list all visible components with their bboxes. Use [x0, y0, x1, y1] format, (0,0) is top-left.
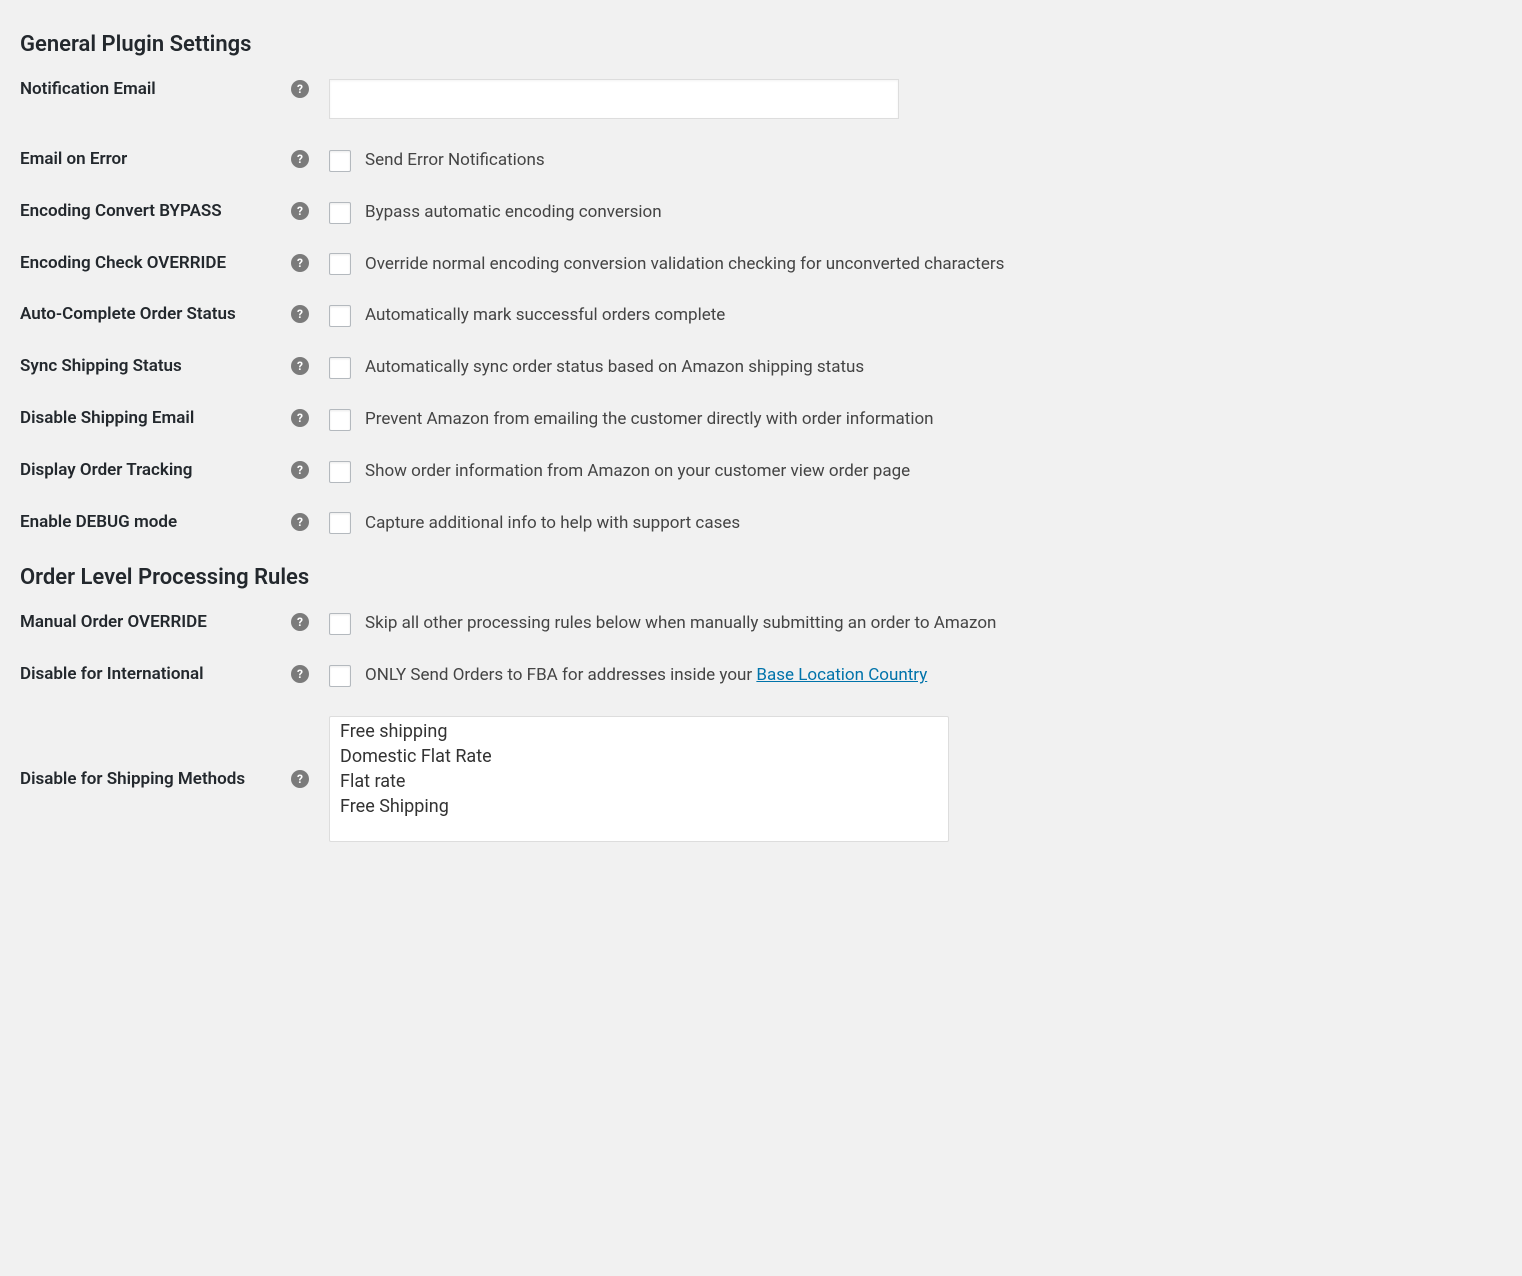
- label-encoding-override: Encoding Check OVERRIDE: [20, 253, 285, 273]
- order-level-rules-section: Order Level Processing Rules Manual Orde…: [20, 565, 1502, 842]
- help-icon[interactable]: ?: [291, 357, 309, 375]
- desc-disable-shipping-email: Prevent Amazon from emailing the custome…: [365, 408, 934, 432]
- disable-international-checkbox[interactable]: [329, 665, 351, 687]
- label-enable-debug: Enable DEBUG mode: [20, 512, 285, 532]
- email-on-error-checkbox[interactable]: [329, 150, 351, 172]
- row-auto-complete: Auto-Complete Order Status ? Automatical…: [20, 304, 1502, 328]
- desc-encoding-bypass: Bypass automatic encoding conversion: [365, 201, 662, 225]
- shipping-method-option[interactable]: Domestic Flat Rate: [336, 744, 942, 769]
- help-icon[interactable]: ?: [291, 305, 309, 323]
- label-email-on-error: Email on Error: [20, 149, 285, 169]
- row-disable-international: Disable for International ? ONLY Send Or…: [20, 664, 1502, 688]
- general-plugin-settings-section: General Plugin Settings Notification Ema…: [20, 32, 1502, 535]
- manual-override-checkbox[interactable]: [329, 613, 351, 635]
- desc-auto-complete: Automatically mark successful orders com…: [365, 304, 725, 328]
- help-icon[interactable]: ?: [291, 770, 309, 788]
- desc-display-order-tracking: Show order information from Amazon on yo…: [365, 460, 910, 484]
- row-disable-shipping-methods: Disable for Shipping Methods ? Free ship…: [20, 716, 1502, 842]
- row-sync-shipping: Sync Shipping Status ? Automatically syn…: [20, 356, 1502, 380]
- auto-complete-checkbox[interactable]: [329, 305, 351, 327]
- encoding-bypass-checkbox[interactable]: [329, 202, 351, 224]
- help-icon[interactable]: ?: [291, 254, 309, 272]
- row-enable-debug: Enable DEBUG mode ? Capture additional i…: [20, 512, 1502, 536]
- label-sync-shipping: Sync Shipping Status: [20, 356, 285, 376]
- help-icon[interactable]: ?: [291, 202, 309, 220]
- row-display-order-tracking: Display Order Tracking ? Show order info…: [20, 460, 1502, 484]
- help-icon[interactable]: ?: [291, 513, 309, 531]
- shipping-method-option[interactable]: Free Shipping: [336, 794, 942, 819]
- label-disable-international: Disable for International: [20, 664, 285, 684]
- label-disable-shipping-methods: Disable for Shipping Methods: [20, 769, 285, 789]
- desc-encoding-override: Override normal encoding conversion vali…: [365, 253, 1004, 277]
- base-location-country-link[interactable]: Base Location Country: [756, 665, 927, 685]
- label-display-order-tracking: Display Order Tracking: [20, 460, 285, 480]
- help-icon[interactable]: ?: [291, 665, 309, 683]
- shipping-method-option[interactable]: Free shipping: [336, 719, 942, 744]
- row-encoding-bypass: Encoding Convert BYPASS ? Bypass automat…: [20, 201, 1502, 225]
- desc-enable-debug: Capture additional info to help with sup…: [365, 512, 740, 536]
- enable-debug-checkbox[interactable]: [329, 512, 351, 534]
- label-notification-email: Notification Email: [20, 79, 285, 99]
- label-auto-complete: Auto-Complete Order Status: [20, 304, 285, 324]
- shipping-method-option[interactable]: Flat rate: [336, 769, 942, 794]
- label-manual-override: Manual Order OVERRIDE: [20, 612, 285, 632]
- help-icon[interactable]: ?: [291, 150, 309, 168]
- row-email-on-error: Email on Error ? Send Error Notification…: [20, 149, 1502, 173]
- encoding-override-checkbox[interactable]: [329, 253, 351, 275]
- help-icon[interactable]: ?: [291, 80, 309, 98]
- desc-sync-shipping: Automatically sync order status based on…: [365, 356, 864, 380]
- row-disable-shipping-email: Disable Shipping Email ? Prevent Amazon …: [20, 408, 1502, 432]
- row-encoding-override: Encoding Check OVERRIDE ? Override norma…: [20, 253, 1502, 277]
- label-encoding-bypass: Encoding Convert BYPASS: [20, 201, 285, 221]
- disable-shipping-email-checkbox[interactable]: [329, 409, 351, 431]
- sync-shipping-checkbox[interactable]: [329, 357, 351, 379]
- desc-manual-override: Skip all other processing rules below wh…: [365, 612, 996, 636]
- help-icon[interactable]: ?: [291, 409, 309, 427]
- desc-email-on-error: Send Error Notifications: [365, 149, 545, 173]
- help-icon[interactable]: ?: [291, 461, 309, 479]
- section-heading-order-rules: Order Level Processing Rules: [20, 565, 1502, 590]
- notification-email-input[interactable]: [329, 79, 899, 119]
- disable-shipping-methods-select[interactable]: Free shippingDomestic Flat RateFlat rate…: [329, 716, 949, 842]
- section-heading-general: General Plugin Settings: [20, 32, 1502, 57]
- display-order-tracking-checkbox[interactable]: [329, 461, 351, 483]
- help-icon[interactable]: ?: [291, 613, 309, 631]
- label-disable-shipping-email: Disable Shipping Email: [20, 408, 285, 428]
- row-manual-override: Manual Order OVERRIDE ? Skip all other p…: [20, 612, 1502, 636]
- desc-disable-international: ONLY Send Orders to FBA for addresses in…: [365, 664, 927, 688]
- row-notification-email: Notification Email ?: [20, 79, 1502, 119]
